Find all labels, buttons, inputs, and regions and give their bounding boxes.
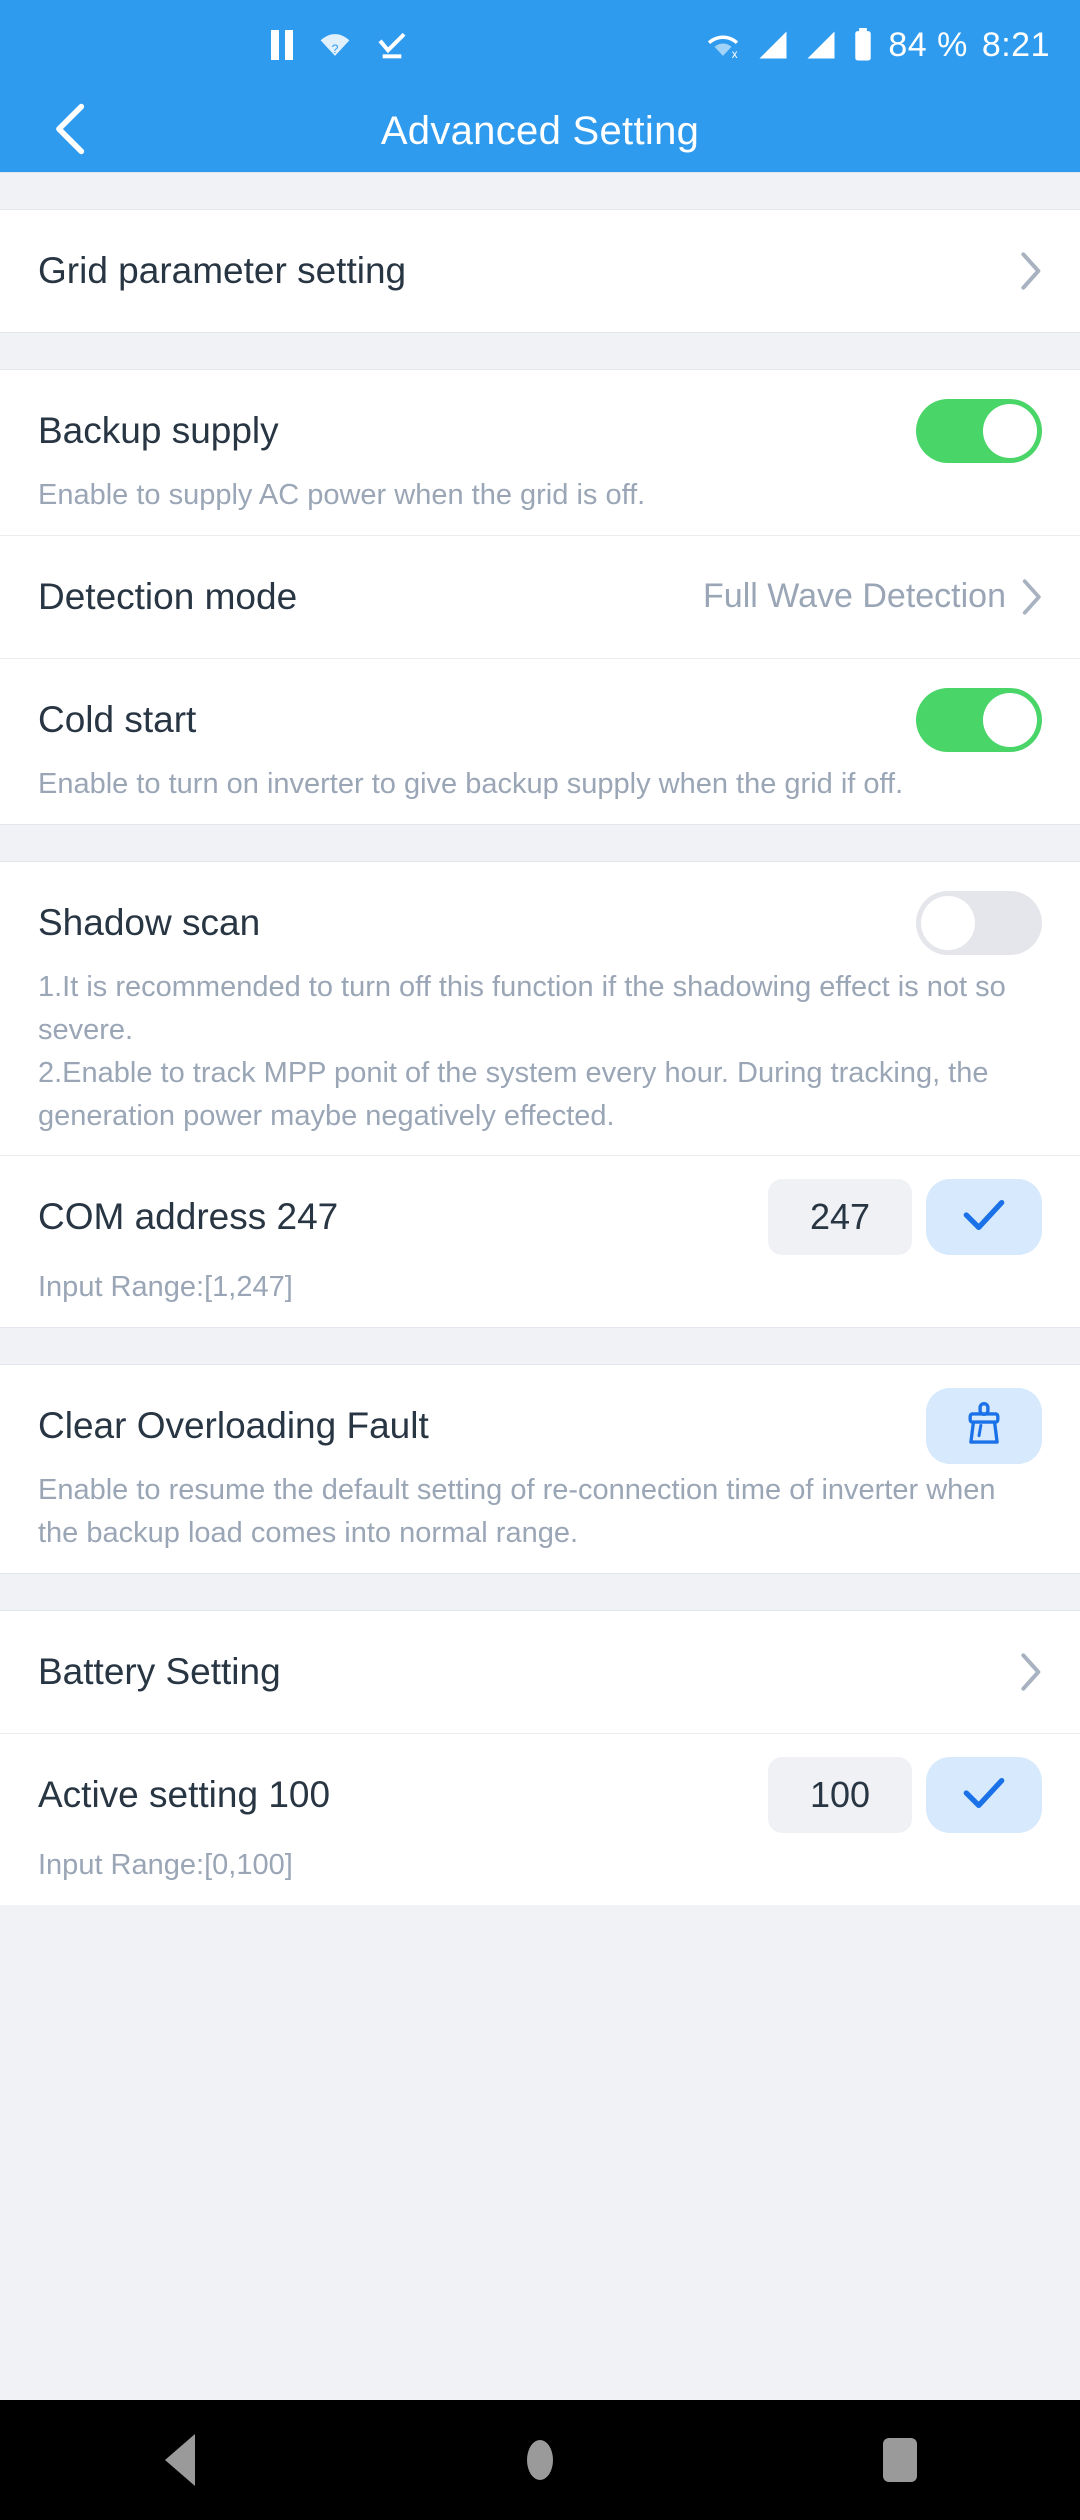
chevron-left-icon: [49, 101, 95, 162]
grid-parameter-card: Grid parameter setting: [0, 210, 1080, 332]
backup-supply-description: Enable to supply AC power when the grid …: [38, 479, 646, 511]
check-icon: [961, 1197, 1007, 1238]
svg-text:?: ?: [332, 42, 339, 56]
nav-back-button[interactable]: [100, 2400, 260, 2520]
active-setting-label: Active setting 100: [38, 1774, 331, 1816]
cold-start-toggle[interactable]: [916, 687, 1042, 752]
status-bar: ? x 84 % 8:21: [0, 0, 1080, 90]
row-backup-supply[interactable]: Backup supply Enable to supply AC power …: [0, 370, 1080, 535]
active-setting-range-hint: Input Range:[0,100]: [38, 1849, 293, 1882]
wifi-off-icon: x: [704, 29, 742, 61]
backup-supply-card: Backup supply Enable to supply AC power …: [0, 370, 1080, 824]
clear-overloading-fault-label: Clear Overloading Fault: [38, 1405, 429, 1447]
shadow-scan-card: Shadow scan 1.It is recommended to turn …: [0, 861, 1080, 1328]
row-grid-parameter-setting[interactable]: Grid parameter setting: [0, 210, 1080, 332]
row-clear-overloading-fault[interactable]: Clear Overloading Fault Enable to resume…: [0, 1365, 1080, 1574]
detection-mode-label: Detection mode: [38, 575, 298, 617]
page-filler: [0, 1905, 1080, 2176]
chevron-right-icon: [1018, 251, 1042, 291]
chevron-right-icon: [1020, 578, 1042, 616]
battery-setting-label: Battery Setting: [38, 1651, 281, 1693]
row-shadow-scan[interactable]: Shadow scan 1.It is recommended to turn …: [0, 861, 1080, 1156]
grid-parameter-label: Grid parameter setting: [38, 250, 407, 291]
detection-mode-value: Full Wave Detection: [703, 577, 1006, 616]
com-address-input[interactable]: [768, 1179, 912, 1256]
cold-start-label: Cold start: [38, 698, 197, 740]
check-icon: [961, 1775, 1007, 1816]
recents-square-icon: [883, 2438, 917, 2482]
section-gap: [0, 172, 1080, 210]
shadow-scan-label: Shadow scan: [38, 901, 261, 943]
section-gap: [0, 1573, 1080, 1612]
row-com-address[interactable]: COM address 247 Input Range:[1,247]: [0, 1155, 1080, 1328]
shadow-scan-toggle[interactable]: [916, 890, 1042, 955]
section-gap: [0, 1327, 1080, 1366]
battery-percentage: 84 %: [888, 25, 968, 64]
battery-icon: [852, 28, 874, 62]
battery-setting-card: Battery Setting Active setting 100 100 I…: [0, 1611, 1080, 1906]
system-navigation-bar: [0, 2400, 1080, 2520]
section-gap: [0, 823, 1080, 862]
section-gap: [0, 332, 1080, 370]
status-bar-left-icons: ?: [270, 0, 408, 90]
chevron-right-icon: [1018, 1652, 1042, 1692]
app-bar: Advanced Setting: [0, 90, 1080, 172]
download-complete-icon: [376, 29, 408, 61]
shadow-scan-description-line-2: 2.Enable to track MPP ponit of the syste…: [38, 1056, 989, 1132]
toggle-knob: [983, 404, 1037, 458]
location-unknown-icon: ?: [318, 30, 352, 60]
status-bar-right-icons: x 84 % 8:21: [704, 0, 1050, 90]
backup-supply-toggle[interactable]: [916, 399, 1042, 463]
signal-1-icon: [756, 30, 790, 60]
shadow-scan-description-line-1: 1.It is recommended to turn off this fun…: [38, 970, 1006, 1046]
clear-overloading-fault-button[interactable]: [926, 1388, 1042, 1465]
phone-screen: ? x 84 % 8:21 Advanced Setting Grid para…: [0, 0, 1080, 2520]
clock: 8:21: [981, 25, 1050, 64]
com-address-range-hint: Input Range:[1,247]: [38, 1271, 293, 1304]
brush-icon: [962, 1401, 1006, 1452]
backup-supply-label: Backup supply: [38, 410, 279, 451]
back-button[interactable]: [42, 101, 102, 161]
back-triangle-icon: [165, 2434, 195, 2486]
active-setting-confirm-button[interactable]: [926, 1757, 1042, 1834]
row-cold-start[interactable]: Cold start Enable to turn on inverter to…: [0, 657, 1080, 824]
nav-home-button[interactable]: [460, 2400, 620, 2520]
com-address-label: COM address 247: [38, 1196, 339, 1238]
page-title: Advanced Setting: [380, 108, 700, 153]
row-battery-setting[interactable]: Battery Setting: [0, 1611, 1080, 1734]
clear-overloading-fault-description: Enable to resume the default setting of …: [38, 1474, 996, 1550]
pause-icon: [270, 30, 294, 60]
home-circle-icon: [527, 2440, 553, 2480]
svg-text:x: x: [732, 48, 738, 61]
clear-overloading-fault-card: Clear Overloading Fault Enable to resume…: [0, 1365, 1080, 1574]
active-setting-input[interactable]: [768, 1757, 912, 1834]
toggle-knob: [983, 692, 1037, 747]
shadow-scan-description: 1.It is recommended to turn off this fun…: [38, 962, 1042, 1156]
signal-2-icon: [804, 30, 838, 60]
cold-start-description: Enable to turn on inverter to give backu…: [38, 767, 904, 800]
toggle-knob: [921, 895, 975, 950]
row-active-setting[interactable]: Active setting 100 Input Range:[0,100]: [0, 1733, 1080, 1906]
row-detection-mode[interactable]: Detection mode Full Wave Detection: [0, 534, 1080, 658]
nav-recents-button[interactable]: [820, 2400, 980, 2520]
com-address-confirm-button[interactable]: [926, 1179, 1042, 1256]
